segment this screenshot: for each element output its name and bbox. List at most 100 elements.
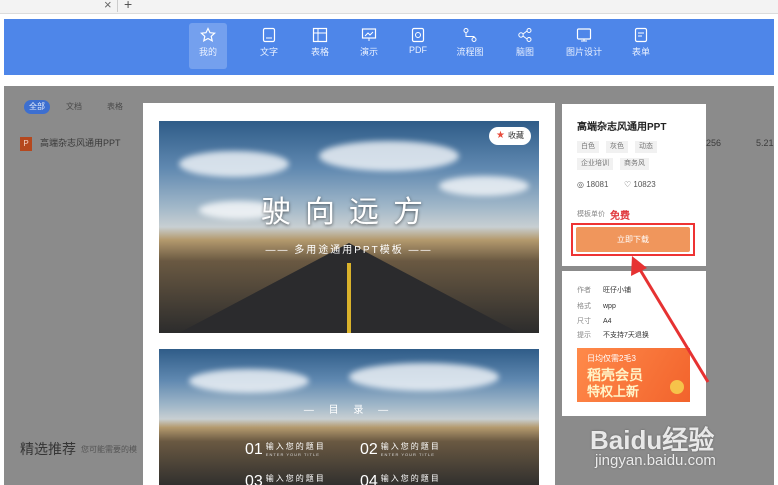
contents-item: 03 输入您的题目: [245, 473, 326, 485]
baidu-watermark-url: jingyan.baidu.com: [595, 452, 716, 469]
pdf-icon: [411, 27, 425, 43]
tool-mine[interactable]: 我的: [189, 23, 227, 69]
file-stat: 5.21: [756, 138, 774, 148]
tag[interactable]: 商务风: [620, 158, 649, 170]
tool-label: PDF: [409, 45, 427, 55]
price-label: 模板单价: [577, 211, 605, 218]
road-line: [347, 263, 351, 333]
meta-row: 尺寸 A4: [577, 316, 612, 326]
meta-key: 提示: [577, 332, 591, 339]
thumb-up-icon: ♡: [624, 180, 634, 189]
meta-value: wpp: [603, 303, 616, 310]
filter-docs[interactable]: 文档: [66, 100, 82, 114]
cloud: [349, 363, 499, 391]
template-meta-card: 作者 旺仔小铺 格式 wpp 尺寸 A4 提示 不支持7天退换 日均仅需2毛3 稻壳会员…: [562, 271, 706, 416]
filter-all[interactable]: 全部: [24, 100, 50, 114]
tag[interactable]: 动态: [635, 141, 657, 153]
likes-stat: ♡ 10823: [624, 180, 656, 189]
ad-subtitle: 特权上新: [587, 384, 640, 399]
mindmap-icon: [518, 28, 532, 42]
template-title: 高端杂志风通用PPT: [577, 122, 667, 133]
membership-ad-banner[interactable]: 日均仅需2毛3 稻壳会员 特权上新: [577, 348, 690, 402]
flowchart-icon: [463, 28, 477, 42]
tool-mindmap[interactable]: 脑图: [506, 23, 544, 69]
collect-button[interactable]: ★ 收藏: [489, 127, 531, 145]
contents-subtext: ENTER YOUR TITLE: [265, 452, 320, 457]
slide-title: — 目 录 —: [303, 405, 395, 416]
contents-item: 02 输入您的题目 ENTER YOUR TITLE: [360, 441, 441, 459]
file-list-item[interactable]: P 高端杂志风通用PPT: [20, 136, 121, 151]
preview-slide-contents: — 目 录 — 01 输入您的题目 ENTER YOUR TITLE 02 输入您的题…: [159, 349, 539, 485]
contents-number: 01: [245, 441, 263, 458]
file-name: 高端杂志风通用PPT: [40, 138, 121, 148]
contents-number: 03: [245, 473, 263, 485]
close-tab-icon[interactable]: ×: [104, 0, 112, 12]
template-info-card: 高端杂志风通用PPT 白色 灰色 动态 企业培训 商务风 ◎ 18081 ♡ 1…: [562, 104, 706, 266]
tool-pdf[interactable]: PDF: [399, 23, 437, 69]
meta-value: A4: [603, 318, 612, 325]
price-value: 免费: [610, 211, 630, 222]
contents-number: 04: [360, 473, 378, 485]
contents-text: 输入您的题目: [265, 474, 326, 483]
tool-label: 演示: [359, 47, 378, 57]
document-icon: [262, 27, 276, 43]
meta-row: 提示 不支持7天退换: [577, 330, 649, 340]
ad-text: 日均仅需2毛3: [587, 354, 636, 363]
ppt-file-icon: P: [20, 136, 32, 151]
tool-label: 文字: [259, 47, 278, 57]
collect-label: 收藏: [508, 131, 524, 140]
contents-number: 02: [360, 441, 378, 458]
template-preview: ★ 收藏 驶向远方 —— 多用途通用PPT模板 —— — 目 录 — 01 输入您的…: [143, 103, 555, 485]
file-stat: 256: [706, 138, 722, 148]
meta-key: 格式: [577, 303, 591, 310]
tag[interactable]: 企业培训: [577, 158, 613, 170]
tool-flowchart[interactable]: 流程图: [451, 23, 489, 69]
download-button[interactable]: 立即下载: [576, 227, 690, 252]
meta-key: 尺寸: [577, 318, 591, 325]
views-stat: ◎ 18081: [577, 180, 609, 189]
contents-text: 输入您的题目: [380, 442, 441, 451]
presentation-icon: [361, 28, 377, 41]
tool-text[interactable]: 文字: [250, 23, 288, 69]
tool-label: 我的: [198, 47, 217, 57]
contents-item: 01 输入您的题目 ENTER YOUR TITLE: [245, 441, 326, 459]
recommend-title: 精选推荐: [20, 441, 76, 457]
tool-sheet[interactable]: 表格: [301, 23, 339, 69]
tag[interactable]: 白色: [577, 141, 599, 153]
meta-row: 格式 wpp: [577, 301, 616, 311]
tool-image-design[interactable]: 图片设计: [565, 23, 603, 69]
meta-value: 旺仔小铺: [603, 287, 631, 294]
contents-item: 04 输入您的题目: [360, 473, 441, 485]
meta-value: 不支持7天退换: [603, 332, 649, 339]
meta-row: 作者 旺仔小铺: [577, 285, 631, 295]
cloud: [179, 151, 289, 177]
tool-presentation[interactable]: 演示: [350, 23, 388, 69]
star-filled-icon: ★: [496, 130, 505, 141]
tool-label: 表单: [631, 47, 650, 57]
contents-subtext: ENTER YOUR TITLE: [380, 452, 435, 457]
star-icon: [200, 27, 216, 42]
slide-title: 驶向远方: [261, 195, 437, 230]
image-design-icon: [576, 28, 592, 42]
recommend-subtitle: 您可能需要的模: [81, 445, 137, 454]
app-toolbar: 我的 文字 表格 演示 PDF 流程图 脑图 图片设计 表单: [4, 19, 774, 75]
tag[interactable]: 灰色: [606, 141, 628, 153]
contents-text: 输入您的题目: [265, 442, 326, 451]
cloud: [319, 141, 459, 171]
contents-text: 输入您的题目: [380, 474, 441, 483]
tool-label: 流程图: [456, 47, 484, 57]
meta-key: 作者: [577, 287, 591, 294]
browser-tab-strip: × +: [0, 0, 778, 14]
tab-divider: [117, 0, 118, 12]
eye-icon: ◎: [577, 180, 587, 189]
coin-icon: [670, 380, 684, 394]
new-tab-icon[interactable]: +: [124, 0, 132, 12]
tool-label: 图片设计: [565, 47, 602, 57]
slide-subtitle: —— 多用途通用PPT模板 ——: [265, 245, 433, 256]
cloud: [189, 369, 309, 393]
filter-sheets[interactable]: 表格: [107, 100, 123, 114]
tool-form[interactable]: 表单: [622, 23, 660, 69]
tool-label: 表格: [310, 47, 329, 57]
table-icon: [312, 27, 328, 43]
preview-slide-cover: ★ 收藏 驶向远方 —— 多用途通用PPT模板 ——: [159, 121, 539, 333]
